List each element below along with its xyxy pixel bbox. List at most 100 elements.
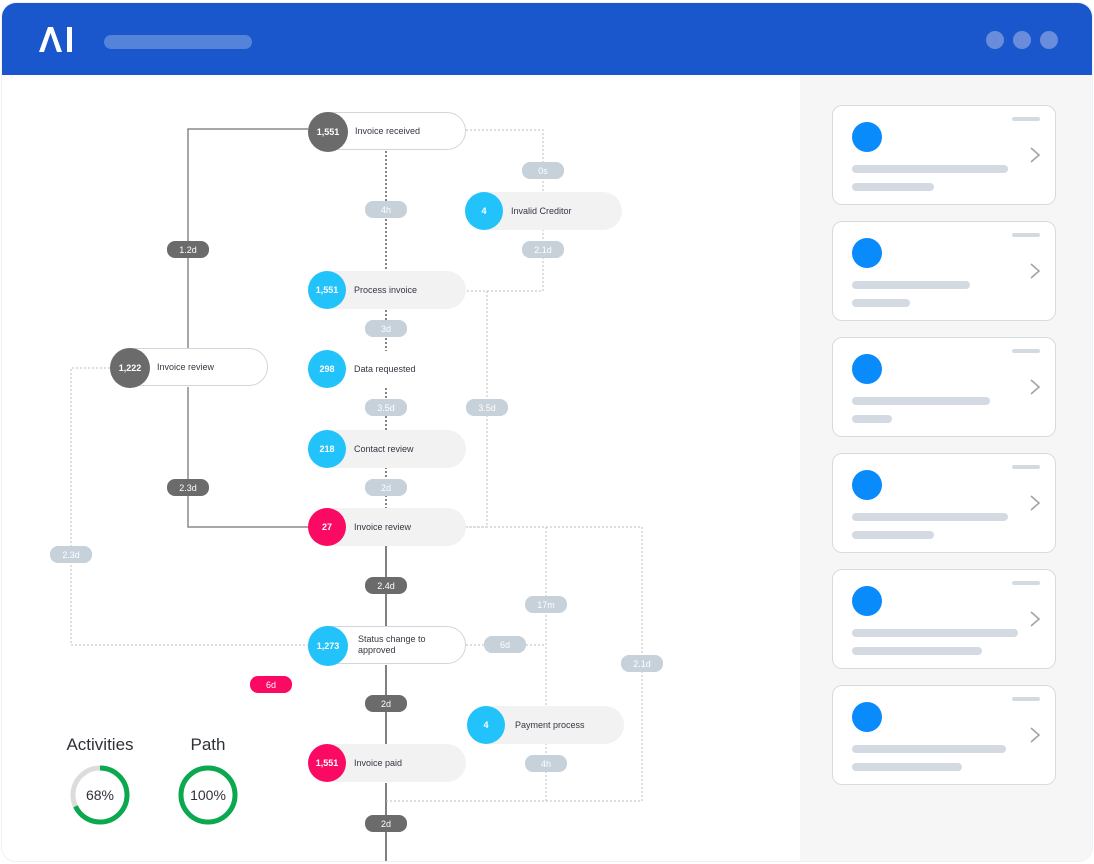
node-invoice-received[interactable]: 1,551 Invoice received <box>308 112 466 152</box>
sidebar <box>800 75 1092 861</box>
duration-tag[interactable]: 2.3d <box>167 479 209 496</box>
node-count: 218 <box>308 430 346 468</box>
sidebar-card[interactable] <box>832 685 1056 785</box>
card-avatar <box>852 354 882 384</box>
sidebar-card[interactable] <box>832 105 1056 205</box>
duration-tag[interactable]: 3.5d <box>365 399 407 416</box>
chevron-right-icon[interactable] <box>1029 610 1041 628</box>
node-invalid-creditor[interactable]: 4 Invalid Creditor <box>465 192 622 230</box>
card-subtitle-placeholder <box>852 647 982 655</box>
node-count: 27 <box>308 508 346 546</box>
card-avatar <box>852 122 882 152</box>
card-meta-placeholder <box>1012 233 1040 237</box>
duration-tag[interactable]: 3d <box>365 320 407 337</box>
node-contact-review[interactable]: 218 Contact review <box>308 430 466 468</box>
node-count: 1,222 <box>110 348 150 388</box>
node-invoice-paid[interactable]: 1,551 Invoice paid <box>308 744 466 782</box>
card-meta-placeholder <box>1012 117 1040 121</box>
node-label: Process invoice <box>354 284 418 295</box>
node-process-invoice[interactable]: 1,551 Process invoice <box>308 271 466 309</box>
duration-tag[interactable]: 3.5d <box>466 399 508 416</box>
duration-tag[interactable]: 4h <box>525 755 567 772</box>
card-avatar <box>852 470 882 500</box>
sidebar-card[interactable] <box>832 569 1056 669</box>
node-label: Invoice received <box>355 125 421 136</box>
node-label: Invoice paid <box>354 757 403 768</box>
app-window: 1,551 Invoice received 4 Invalid Credito… <box>2 3 1092 861</box>
metric-title: Activities <box>66 735 134 754</box>
window-controls <box>986 31 1058 49</box>
chevron-right-icon[interactable] <box>1029 378 1041 396</box>
progress-ring: 100% <box>178 765 238 825</box>
duration-tag[interactable]: 6d <box>250 676 292 693</box>
card-title-placeholder <box>852 281 970 289</box>
duration-tag[interactable]: 2.4d <box>365 577 407 594</box>
card-meta-placeholder <box>1012 465 1040 469</box>
chevron-right-icon[interactable] <box>1029 146 1041 164</box>
node-invoice-review-main[interactable]: 1,222 Invoice review <box>110 348 268 388</box>
card-subtitle-placeholder <box>852 531 934 539</box>
card-meta-placeholder <box>1012 697 1040 701</box>
card-title-placeholder <box>852 513 1008 521</box>
duration-tag[interactable]: 4h <box>365 201 407 218</box>
card-title-placeholder <box>852 629 1018 637</box>
progress-value: 100% <box>190 787 226 803</box>
window-control-dot[interactable] <box>1013 31 1031 49</box>
node-count: 4 <box>465 192 503 230</box>
metric-path: Path 100% <box>168 735 248 827</box>
duration-tag[interactable]: 2.3d <box>50 546 92 563</box>
node-label: Invoice review <box>157 361 215 372</box>
duration-tag[interactable]: 2d <box>365 695 407 712</box>
node-label: Contact review <box>354 443 414 454</box>
sidebar-card[interactable] <box>832 453 1056 553</box>
progress-value: 68% <box>86 787 114 803</box>
card-meta-placeholder <box>1012 349 1040 353</box>
card-subtitle-placeholder <box>852 415 892 423</box>
card-avatar <box>852 586 882 616</box>
title-placeholder <box>104 35 252 49</box>
card-avatar <box>852 702 882 732</box>
ai-logo-icon <box>39 27 72 52</box>
duration-tag[interactable]: 2.1d <box>522 241 564 258</box>
card-title-placeholder <box>852 745 1006 753</box>
card-title-placeholder <box>852 165 1008 173</box>
duration-tag[interactable]: 2.1d <box>621 655 663 672</box>
metric-title: Path <box>190 735 226 754</box>
node-label: Invalid Creditor <box>511 205 572 216</box>
metric-activities: Activities 68% <box>60 735 140 827</box>
node-label: Invoice review <box>354 521 412 532</box>
node-count: 1,551 <box>308 112 348 152</box>
connector-light <box>70 367 308 646</box>
sidebar-card[interactable] <box>832 221 1056 321</box>
title-bar <box>2 3 1092 75</box>
sidebar-card[interactable] <box>832 337 1056 437</box>
card-meta-placeholder <box>1012 581 1040 585</box>
card-avatar <box>852 238 882 268</box>
node-invoice-review-alt[interactable]: 27 Invoice review <box>308 508 466 546</box>
card-title-placeholder <box>852 397 990 405</box>
window-control-dot[interactable] <box>1040 31 1058 49</box>
node-data-requested[interactable]: 298 Data requested <box>308 350 466 388</box>
node-count: 298 <box>308 350 346 388</box>
chevron-right-icon[interactable] <box>1029 494 1041 512</box>
node-count: 4 <box>467 706 505 744</box>
node-label: Status change to approved <box>358 634 426 655</box>
connector-solid <box>187 387 308 528</box>
duration-tag[interactable]: 1.2d <box>167 241 209 258</box>
node-count: 1,551 <box>308 744 346 782</box>
node-label: Payment process <box>515 719 585 730</box>
duration-tag[interactable]: 0s <box>522 162 564 179</box>
window-control-dot[interactable] <box>986 31 1004 49</box>
progress-ring: 68% <box>70 765 130 825</box>
duration-tag[interactable]: 6d <box>484 636 526 653</box>
chevron-right-icon[interactable] <box>1029 262 1041 280</box>
node-payment-process[interactable]: 4 Payment process <box>467 706 624 744</box>
duration-tag[interactable]: 2d <box>365 815 407 832</box>
node-status-change[interactable]: 1,273 Status change to approved <box>308 626 466 666</box>
duration-tag[interactable]: 2d <box>365 479 407 496</box>
card-subtitle-placeholder <box>852 183 934 191</box>
duration-tag[interactable]: 17m <box>525 596 567 613</box>
card-subtitle-placeholder <box>852 763 962 771</box>
chevron-right-icon[interactable] <box>1029 726 1041 744</box>
node-label: Data requested <box>354 363 416 374</box>
